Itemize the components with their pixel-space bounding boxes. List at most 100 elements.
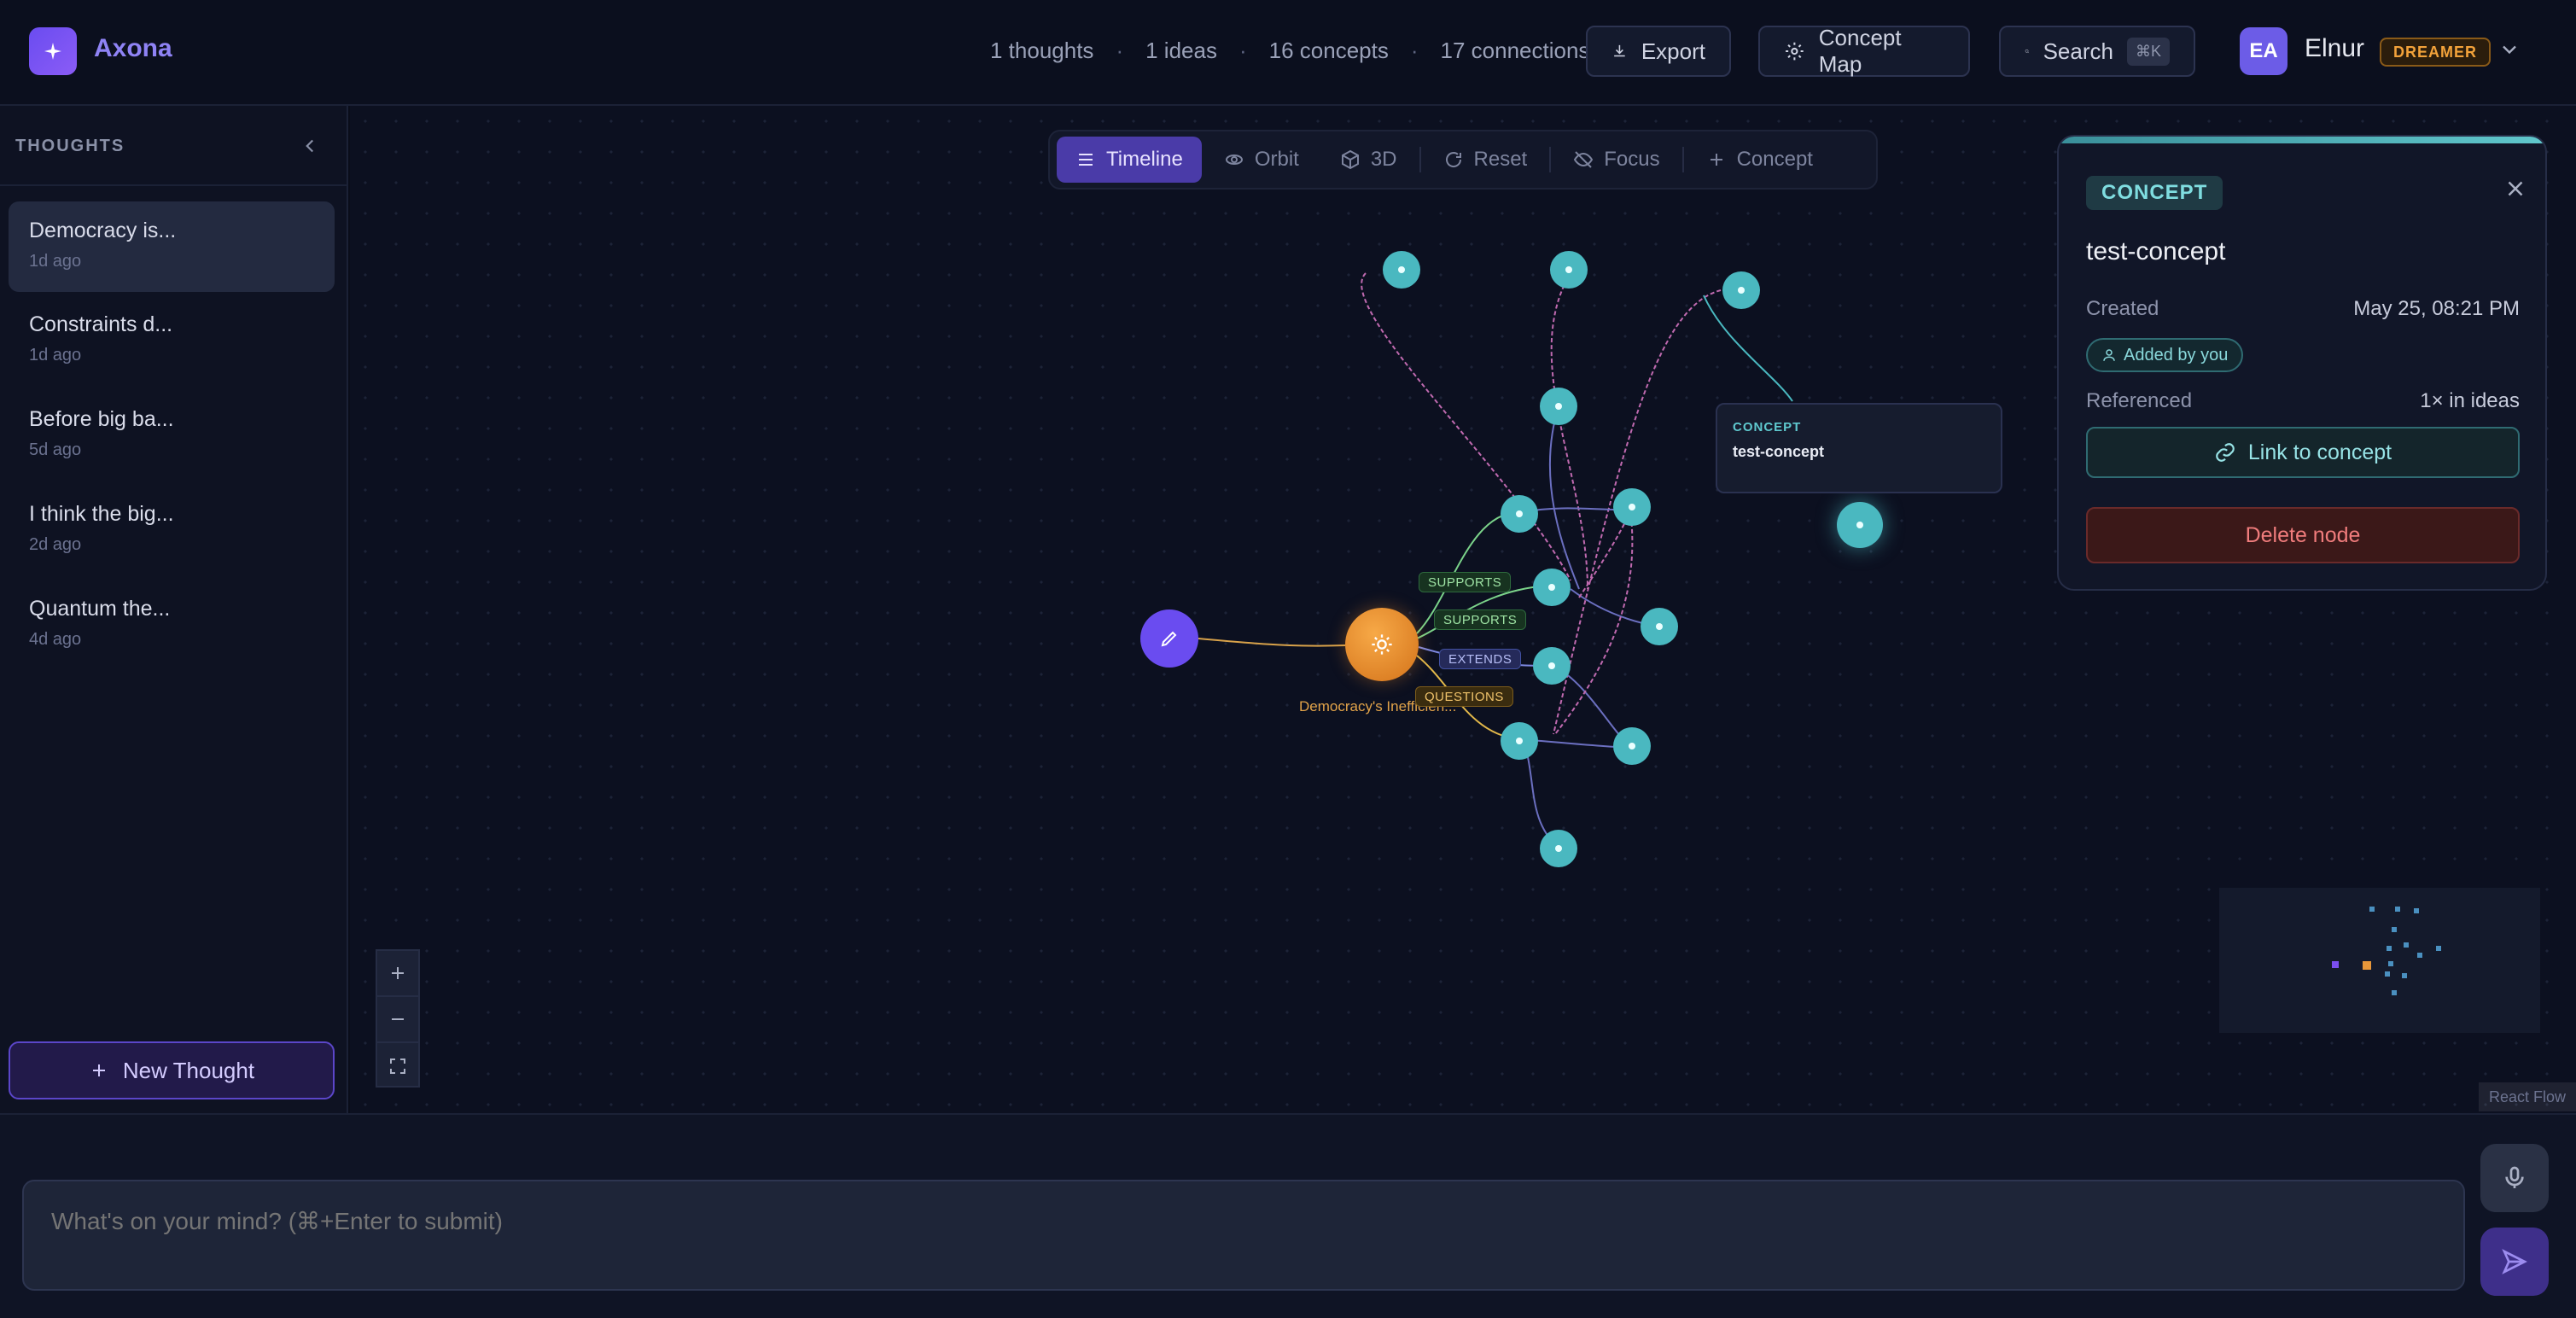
list-icon [1079, 154, 1093, 166]
tab-label: 3D [1370, 148, 1397, 171]
send-icon [2502, 1249, 2527, 1274]
node-detail-panel: CONCEPT test-concept Created May 25, 08:… [2057, 135, 2547, 591]
new-thought-button[interactable]: New Thought [9, 1041, 335, 1099]
created-value: May 25, 08:21 PM [2353, 297, 2520, 320]
thought-item[interactable]: Democracy is... 1d ago [9, 201, 335, 292]
react-flow-attribution[interactable]: React Flow [2479, 1082, 2576, 1111]
concept-node[interactable] [1533, 647, 1571, 685]
minimap[interactable] [2219, 888, 2540, 1033]
separator-dot: · [1410, 38, 1419, 63]
thought-title: Democracy is... [29, 219, 177, 242]
sidebar-divider [0, 184, 348, 186]
chevron-left-icon[interactable] [299, 135, 321, 161]
download-icon [1614, 44, 1625, 57]
referenced-value: 1× in ideas [2420, 389, 2520, 412]
tab-orbit[interactable]: Orbit [1205, 137, 1318, 183]
export-label: Export [1641, 38, 1705, 64]
microphone-button[interactable] [2480, 1144, 2549, 1212]
edge-label: SUPPORTS [1419, 572, 1512, 592]
tab-label: Reset [1473, 148, 1528, 171]
node-name: test-concept [2086, 237, 2226, 265]
fit-view-button[interactable] [377, 1043, 418, 1089]
send-button[interactable] [2480, 1228, 2549, 1296]
minus-icon [392, 1018, 404, 1020]
thought-item[interactable]: Constraints d... 1d ago [9, 295, 335, 386]
thought-input[interactable] [22, 1180, 2465, 1291]
thought-title: Quantum the... [29, 597, 171, 621]
app-root: Axona 1 thoughts · 1 ideas · 16 concepts… [0, 0, 2576, 1318]
view-toolbar: Timeline Orbit 3D Reset Focus Concept [1048, 130, 1878, 190]
thought-item[interactable]: Quantum the... 4d ago [9, 580, 335, 670]
ideas-count: 1 ideas [1145, 38, 1217, 63]
concept-node[interactable] [1550, 251, 1588, 289]
concept-node[interactable] [1613, 727, 1651, 765]
chevron-down-icon[interactable] [2497, 38, 2521, 66]
tab-3d[interactable]: 3D [1321, 137, 1416, 183]
edge-label: EXTENDS [1439, 649, 1522, 669]
concept-node-selected[interactable] [1837, 502, 1883, 548]
zoom-in-button[interactable] [377, 951, 418, 997]
connections-count: 17 connections [1440, 38, 1590, 63]
sidebar-title: THOUGHTS [15, 137, 125, 155]
thought-title: Constraints d... [29, 312, 173, 336]
concept-map-label: Concept Map [1818, 25, 1902, 77]
toolbar-divider [1681, 147, 1684, 172]
idea-node[interactable] [1345, 608, 1419, 681]
user-icon [2103, 349, 2115, 361]
tab-timeline[interactable]: Timeline [1057, 137, 1202, 183]
concept-node[interactable] [1722, 271, 1760, 309]
toolbar-divider [1549, 147, 1552, 172]
refresh-icon [1445, 152, 1461, 167]
avatar[interactable]: EA [2240, 27, 2288, 75]
add-concept-button[interactable]: Concept [1687, 137, 1832, 183]
link-to-concept-button[interactable]: Link to concept [2086, 427, 2520, 478]
added-by-badge: Added by you [2086, 338, 2244, 372]
separator-dot: · [1238, 38, 1247, 63]
app-name[interactable]: Axona [94, 34, 172, 63]
link-label: Link to concept [2247, 440, 2392, 464]
concepts-count: 16 concepts [1268, 38, 1389, 63]
delete-node-button[interactable]: Delete node [2086, 507, 2520, 563]
concept-node[interactable] [1501, 495, 1538, 533]
thought-item[interactable]: I think the big... 2d ago [9, 485, 335, 575]
thought-title: I think the big... [29, 502, 174, 526]
added-by-label: Added by you [2124, 345, 2229, 364]
reset-button[interactable]: Reset [1425, 137, 1547, 183]
node-tooltip: CONCEPT test-concept [1716, 403, 2002, 493]
referenced-label: Referenced [2086, 389, 2193, 412]
export-button[interactable]: Export [1586, 26, 1731, 77]
thought-time: 1d ago [29, 252, 82, 271]
concept-node[interactable] [1501, 722, 1538, 760]
search-button[interactable]: Search ⌘K [1999, 26, 2195, 77]
top-header: Axona 1 thoughts · 1 ideas · 16 concepts… [0, 0, 2576, 106]
thought-title: Before big ba... [29, 407, 174, 431]
microphone-icon [2505, 1166, 2524, 1188]
concept-node[interactable] [1533, 569, 1571, 606]
close-icon[interactable] [2503, 176, 2528, 206]
zoom-out-button[interactable] [377, 997, 418, 1043]
separator-dot: · [1116, 38, 1124, 63]
toolbar-divider [1419, 147, 1421, 172]
focus-button[interactable]: Focus [1554, 137, 1678, 183]
thoughts-count: 1 thoughts [990, 38, 1094, 63]
thought-item[interactable]: Before big ba... 5d ago [9, 390, 335, 481]
user-name[interactable]: Elnur [2305, 34, 2364, 63]
panel-accent-bar [2059, 137, 2545, 143]
thought-time: 2d ago [29, 535, 82, 554]
tab-label: Orbit [1254, 148, 1299, 171]
concept-node[interactable] [1613, 488, 1651, 526]
cube-icon [1341, 149, 1359, 170]
concept-node[interactable] [1641, 608, 1678, 645]
link-icon [2216, 443, 2235, 462]
concept-map-button[interactable]: Concept Map [1758, 25, 1970, 77]
concept-node[interactable] [1540, 830, 1577, 867]
minimap-nodes [2332, 907, 2441, 995]
concept-node[interactable] [1383, 251, 1420, 289]
referenced-row: Referenced 1× in ideas [2086, 389, 2520, 413]
zoom-controls [376, 949, 420, 1088]
search-icon [2025, 49, 2030, 54]
tab-label: Focus [1604, 148, 1660, 171]
sparkle-icon[interactable] [29, 27, 77, 75]
thought-node[interactable] [1140, 609, 1198, 668]
concept-node[interactable] [1540, 388, 1577, 425]
